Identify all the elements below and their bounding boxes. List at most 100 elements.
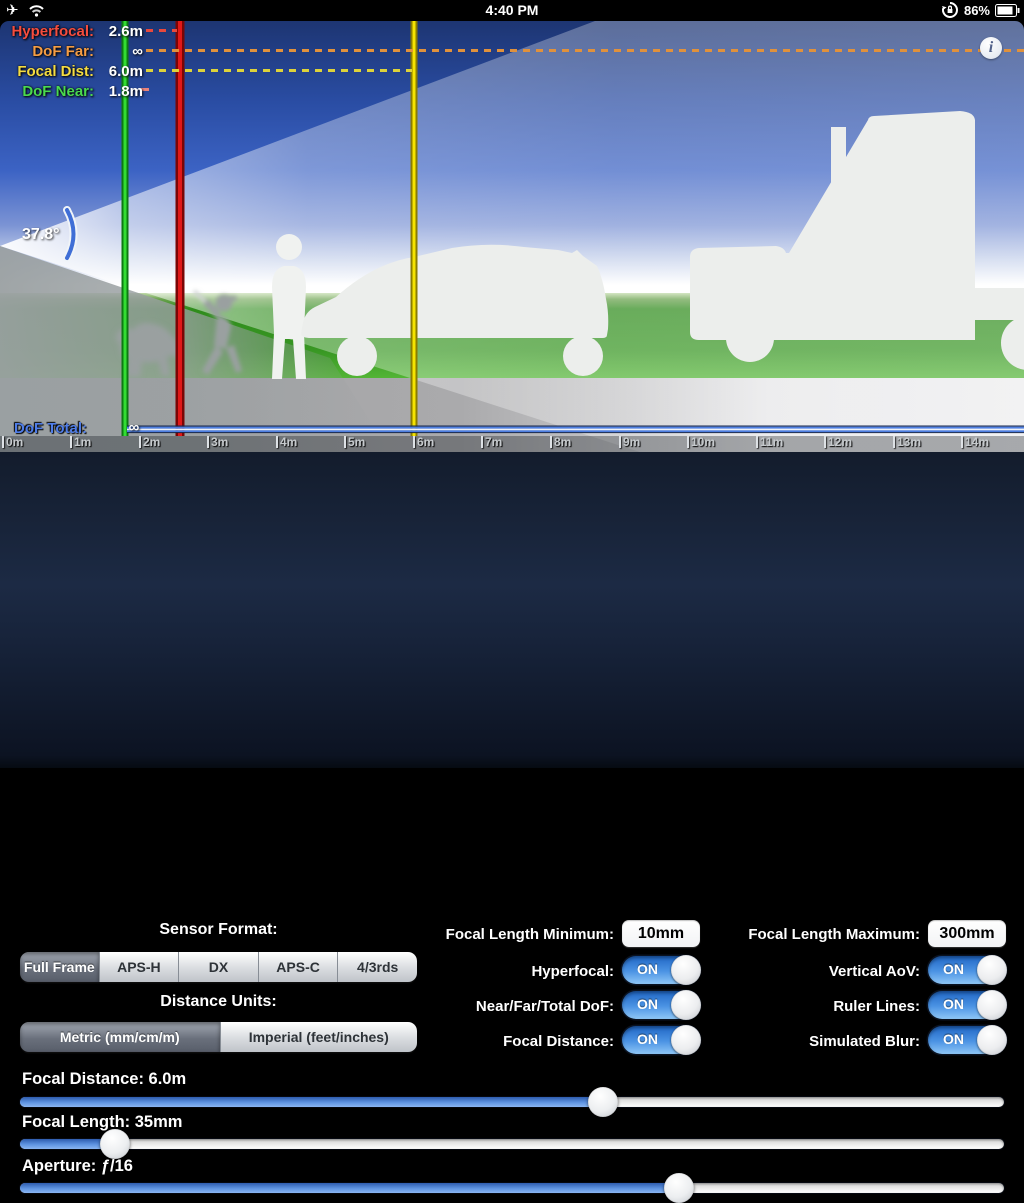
ruler-label: 3m	[211, 436, 228, 449]
ruler-label: 11m	[760, 436, 783, 449]
segment-4-3rds[interactable]: 4/3rds	[338, 952, 417, 982]
focal-distance-line[interactable]	[411, 21, 418, 436]
status-bar: ✈ 4:40 PM 86%	[0, 0, 1024, 21]
toggle-knob[interactable]	[977, 1025, 1007, 1055]
ruler-label: 4m	[280, 436, 297, 449]
segment-imperial[interactable]: Imperial (feet/inches)	[221, 1022, 418, 1052]
sensor-format-segmented-control: Full Frame APS-H DX APS-C 4/3rds	[20, 952, 417, 982]
readout-dof-far: DoF Far: ∞	[0, 43, 150, 63]
focal-dist-dash-line	[146, 69, 412, 72]
vertical-aov-toggle-label: Vertical AoV:	[700, 963, 920, 980]
readout-value: ∞	[96, 43, 143, 60]
readout-value: 2.6m	[96, 23, 143, 40]
ruler-tick	[619, 436, 621, 448]
status-bar-clock: 4:40 PM	[0, 2, 1024, 18]
ruler-label: 13m	[897, 436, 921, 449]
slider-fill	[20, 1097, 603, 1107]
vertical-aov-toggle[interactable]: ON	[928, 956, 1006, 984]
ruler-tick	[756, 436, 758, 448]
focal-length-min-field[interactable]: 10mm	[622, 920, 700, 947]
ruler-tick	[550, 436, 552, 448]
ruler-tick	[687, 436, 689, 448]
ruler-lines-toggle-label: Ruler Lines:	[700, 998, 920, 1015]
focal-distance-toggle[interactable]: ON	[622, 1026, 700, 1054]
readout-label: DoF Far:	[0, 43, 94, 60]
slider-knob[interactable]	[100, 1129, 130, 1159]
focal-distance-toggle-label: Focal Distance:	[420, 1033, 614, 1050]
ruler-tick	[961, 436, 963, 448]
ruler-label: 1m	[74, 436, 91, 449]
ruler-tick	[2, 436, 4, 448]
readout-hyperfocal: Hyperfocal: 2.6m	[0, 23, 150, 43]
aperture-slider[interactable]	[20, 1183, 1004, 1193]
toggle-state: ON	[637, 1031, 658, 1047]
ruler-tick	[70, 436, 72, 448]
ruler-label: 0m	[6, 436, 23, 449]
battery-icon	[995, 4, 1020, 17]
scene-illustration	[0, 21, 1024, 452]
slider-fill	[20, 1183, 679, 1193]
focal-distance-slider-label: Focal Distance: 6.0m	[22, 1070, 186, 1089]
segment-dx[interactable]: DX	[179, 952, 259, 982]
segment-full-frame[interactable]: Full Frame	[20, 952, 100, 982]
ruler-label: 10m	[691, 436, 715, 449]
hyperfocal-dash-line	[146, 29, 177, 32]
segment-aps-h[interactable]: APS-H	[100, 952, 180, 982]
ruler-tick	[276, 436, 278, 448]
ruler-tick	[413, 436, 415, 448]
info-button[interactable]: i	[980, 37, 1002, 59]
toggle-knob[interactable]	[671, 955, 701, 985]
ruler-tick	[207, 436, 209, 448]
focal-length-min-label: Focal Length Minimum:	[420, 926, 614, 943]
sensor-format-heading: Sensor Format:	[20, 921, 417, 939]
dof-far-dash-line	[146, 49, 1024, 52]
distance-ruler: 0m 1m 2m 3m 4m 5m 6m 7m 8m 9m 10m 11m 12…	[0, 436, 1024, 452]
focal-length-max-label: Focal Length Maximum:	[700, 926, 920, 943]
simulated-blur-toggle[interactable]: ON	[928, 1026, 1006, 1054]
rotation-lock-icon	[941, 1, 959, 19]
ruler-label: 14m	[965, 436, 989, 449]
hyperfocal-line[interactable]	[176, 21, 185, 436]
readout-focal-dist: Focal Dist: 6.0m	[0, 63, 150, 83]
readout-value: 6.0m	[96, 63, 143, 80]
distance-units-segmented-control: Metric (mm/cm/m) Imperial (feet/inches)	[20, 1022, 417, 1052]
ruler-tick	[893, 436, 895, 448]
segment-aps-c[interactable]: APS-C	[259, 952, 339, 982]
near-far-total-dof-toggle[interactable]: ON	[622, 991, 700, 1019]
ruler-label: 6m	[417, 436, 434, 449]
ruler-label: 12m	[828, 436, 852, 449]
simulated-blur-toggle-label: Simulated Blur:	[700, 1033, 920, 1050]
focal-distance-slider[interactable]	[20, 1097, 1004, 1107]
ruler-label: 8m	[554, 436, 571, 449]
ruler-label: 9m	[623, 436, 640, 449]
hyperfocal-toggle-label: Hyperfocal:	[420, 963, 614, 980]
ruler-label: 2m	[143, 436, 160, 449]
toggle-state: ON	[637, 961, 658, 977]
control-panel: Sensor Format: Full Frame APS-H DX APS-C…	[0, 452, 1024, 768]
slider-knob[interactable]	[664, 1173, 694, 1203]
toggle-state: ON	[637, 996, 658, 1012]
slider-knob[interactable]	[588, 1087, 618, 1117]
hyperfocal-toggle[interactable]: ON	[622, 956, 700, 984]
dof-total-value: ∞	[124, 419, 144, 436]
toggle-state: ON	[943, 961, 964, 977]
readout-label: DoF Near:	[0, 83, 94, 100]
dof-visualization-scene	[0, 21, 1024, 452]
ruler-tick	[481, 436, 483, 448]
focal-length-slider[interactable]	[20, 1139, 1004, 1149]
ruler-lines-toggle[interactable]: ON	[928, 991, 1006, 1019]
battery-percent: 86%	[964, 3, 990, 18]
readout-value: 1.8m	[96, 83, 143, 100]
segment-metric[interactable]: Metric (mm/cm/m)	[20, 1022, 221, 1052]
toggle-knob[interactable]	[977, 955, 1007, 985]
aperture-slider-label: Aperture: ƒ/16	[22, 1157, 133, 1176]
readout-label: Focal Dist:	[0, 63, 94, 80]
toggle-state: ON	[943, 996, 964, 1012]
toggle-knob[interactable]	[977, 990, 1007, 1020]
readout-dof-near: DoF Near: 1.8m	[0, 83, 150, 103]
toggle-state: ON	[943, 1031, 964, 1047]
toggle-knob[interactable]	[671, 1025, 701, 1055]
toggle-knob[interactable]	[671, 990, 701, 1020]
focal-length-max-field[interactable]: 300mm	[928, 920, 1006, 947]
ruler-label: 7m	[485, 436, 502, 449]
